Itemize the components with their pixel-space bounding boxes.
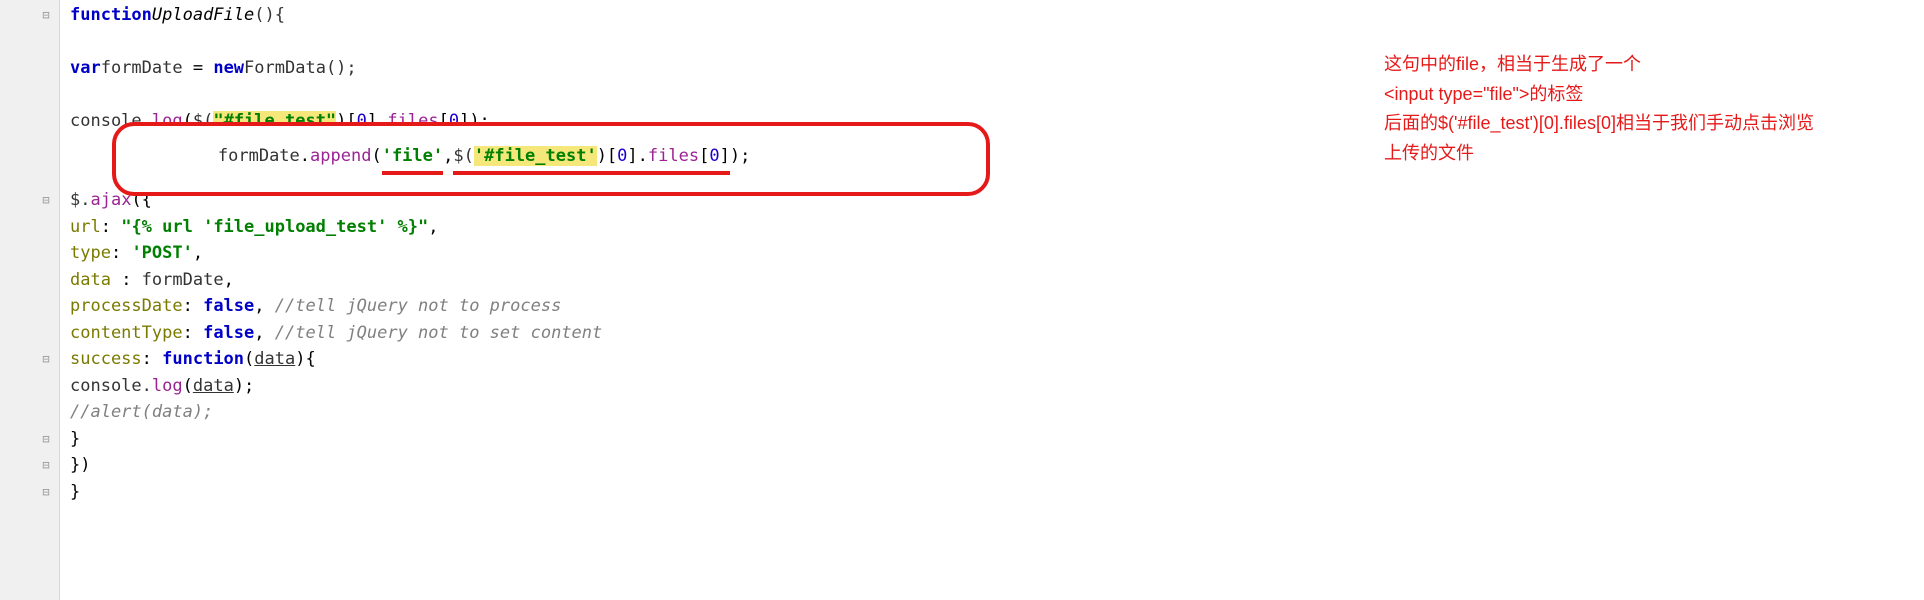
- fold-icon[interactable]: ⊟: [39, 432, 53, 446]
- fold-icon[interactable]: ⊟: [39, 485, 53, 499]
- fold-icon[interactable]: ⊟: [39, 459, 53, 473]
- code-line[interactable]: type: 'POST',: [70, 241, 1924, 268]
- code-editor: ⊟ ⊟ ⊟ ⊟ ⊟ ⊟ function UploadFile(){ var f…: [0, 0, 1924, 600]
- code-line[interactable]: url: "{% url 'file_upload_test' %}",: [70, 214, 1924, 241]
- code-line[interactable]: data : formDate,: [70, 267, 1924, 294]
- code-line[interactable]: }): [70, 453, 1924, 480]
- annotation-line: <input type="file">的标签: [1384, 80, 1904, 110]
- code-line[interactable]: contentType: false, //tell jQuery not to…: [70, 320, 1924, 347]
- code-line[interactable]: }: [70, 479, 1924, 506]
- code-line[interactable]: success: function(data){: [70, 347, 1924, 374]
- code-line[interactable]: //alert(data);: [70, 400, 1924, 427]
- annotation-line: 后面的$('#file_test')[0].files[0]相当于我们手动点击浏…: [1384, 109, 1904, 139]
- fold-icon[interactable]: ⊟: [39, 8, 53, 22]
- annotation-text: 这句中的file，相当于生成了一个 <input type="file">的标签…: [1384, 50, 1904, 169]
- fold-icon[interactable]: ⊟: [39, 353, 53, 367]
- code-line[interactable]: processDate: false, //tell jQuery not to…: [70, 294, 1924, 321]
- fold-icon[interactable]: ⊟: [39, 194, 53, 208]
- annotation-line: 这句中的file，相当于生成了一个: [1384, 50, 1904, 80]
- code-line[interactable]: function UploadFile(){: [70, 2, 1924, 29]
- annotation-line: 上传的文件: [1384, 139, 1904, 169]
- gutter: ⊟ ⊟ ⊟ ⊟ ⊟ ⊟: [0, 0, 60, 600]
- highlighted-code-box: formDate.append('file',$('#file_test')[0…: [112, 122, 990, 196]
- code-line[interactable]: }: [70, 426, 1924, 453]
- code-line[interactable]: console.log(data);: [70, 373, 1924, 400]
